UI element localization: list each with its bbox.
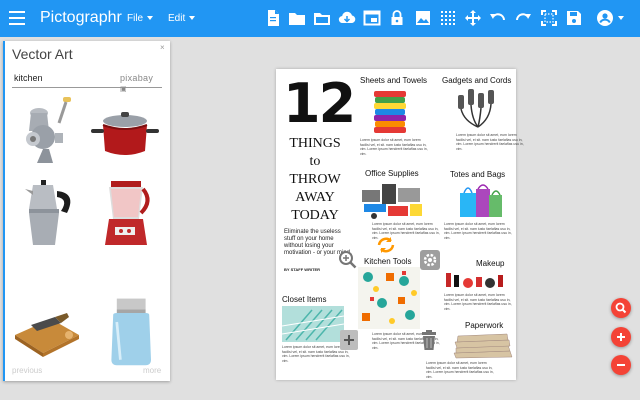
section-text: Lorem ipsum dolor sit amet, eum lorem fa… xyxy=(426,361,494,379)
panel-title: Vector Art xyxy=(12,46,73,62)
makeup-image xyxy=(444,269,506,291)
save-icon[interactable] xyxy=(565,9,583,27)
zoom-out-fab[interactable] xyxy=(611,355,631,375)
section-text: Lorem ipsum dolor sit amet, eum lorem fa… xyxy=(444,293,512,311)
section-title: Closet Items xyxy=(282,295,327,304)
image-icon[interactable] xyxy=(414,9,432,27)
search-fab[interactable] xyxy=(611,298,631,318)
hero-number: 12 xyxy=(283,72,356,135)
section-text: Lorem ipsum dolor sit amet, eum lorem fa… xyxy=(444,222,512,240)
fullscreen-icon[interactable] xyxy=(540,9,558,27)
result-mason-jar[interactable] xyxy=(97,295,169,375)
section-title: Sheets and Towels xyxy=(360,76,428,85)
section-title: Makeup xyxy=(476,259,505,268)
panel-accent xyxy=(3,41,5,381)
move-icon[interactable] xyxy=(464,9,482,27)
app-title: Pictographr xyxy=(40,9,122,26)
result-cutting-board[interactable] xyxy=(11,295,83,367)
search-value[interactable]: kitchen xyxy=(14,73,43,83)
trash-handle-icon[interactable] xyxy=(420,330,438,355)
towels-image xyxy=(372,87,408,135)
pixabay-logo: pixabay ▣ xyxy=(120,73,154,93)
hero-line: TODAY xyxy=(291,208,339,223)
closet-image xyxy=(282,306,344,342)
poster-canvas[interactable]: 12 THINGS to THROW AWAY TODAY Eliminate … xyxy=(276,69,524,380)
section-title: Totes and Bags xyxy=(450,170,506,179)
section-title: Paperwork xyxy=(465,321,504,330)
menu-icon[interactable] xyxy=(9,11,25,25)
grid-icon[interactable] xyxy=(439,9,457,27)
result-meat-grinder[interactable] xyxy=(11,95,83,167)
hero-line: to xyxy=(309,154,321,169)
window-icon[interactable] xyxy=(363,9,381,27)
kitchen-tools-image[interactable] xyxy=(358,267,420,329)
file-menu[interactable]: File xyxy=(127,13,154,24)
undo-icon[interactable] xyxy=(489,9,507,27)
vector-art-panel: Vector Art × kitchen pixabay ▣ previous … xyxy=(3,41,170,381)
redo-icon[interactable] xyxy=(514,9,532,27)
open-folder-icon[interactable] xyxy=(313,9,331,27)
account-chevron-icon[interactable] xyxy=(612,9,624,27)
file-menu-label: File xyxy=(127,13,144,24)
byline: BY STAFF WRITER xyxy=(284,267,321,272)
zoom-in-fab[interactable] xyxy=(611,327,631,347)
bags-image xyxy=(456,181,504,219)
search-input[interactable]: kitchen pixabay ▣ xyxy=(12,71,162,93)
zoom-in-handle-icon[interactable] xyxy=(338,250,358,275)
hero-line: THINGS xyxy=(289,136,341,151)
edit-menu-label: Edit xyxy=(168,13,186,24)
section-title: Gadgets and Cords xyxy=(442,76,512,85)
chevron-down-icon xyxy=(189,16,196,21)
hero-line: THROW xyxy=(289,172,341,187)
hero-line: AWAY xyxy=(295,190,335,205)
section-text: Lorem ipsum dolor sit amet, eum lorem fa… xyxy=(360,138,428,156)
chevron-down-icon xyxy=(147,16,154,21)
gadgets-image xyxy=(454,87,502,129)
rotate-handle-icon[interactable] xyxy=(376,236,396,259)
close-icon[interactable]: × xyxy=(160,43,165,52)
new-document-icon[interactable] xyxy=(264,9,282,27)
resize-handle-icon[interactable] xyxy=(340,330,358,355)
app-toolbar: Pictographr File Edit xyxy=(0,0,640,37)
result-blender[interactable] xyxy=(93,179,165,251)
edit-menu[interactable]: Edit xyxy=(168,13,196,24)
lock-icon[interactable] xyxy=(388,9,406,27)
result-cooking-pot[interactable] xyxy=(87,99,159,171)
folder-icon[interactable] xyxy=(288,9,306,27)
paperwork-image xyxy=(452,331,514,359)
more-link[interactable]: more xyxy=(143,366,161,375)
office-supplies-image xyxy=(360,180,424,220)
section-text: Lorem ipsum dolor sit amet, eum lorem fa… xyxy=(456,133,524,151)
result-moka-pot[interactable] xyxy=(11,179,83,251)
previous-link[interactable]: previous xyxy=(12,366,42,375)
settings-handle-icon[interactable] xyxy=(420,250,440,275)
section-title: Office Supplies xyxy=(365,169,419,178)
cloud-download-icon[interactable] xyxy=(338,9,356,27)
hero-headline: THINGS to THROW AWAY TODAY xyxy=(280,135,350,225)
